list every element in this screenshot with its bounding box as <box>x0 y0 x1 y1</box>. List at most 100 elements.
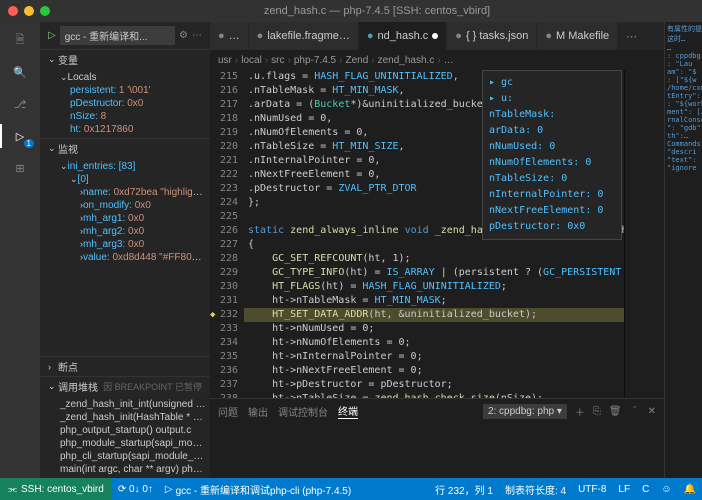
stack-frame[interactable]: php_cli_startup(sapi_module_struct *… <box>40 450 210 463</box>
stack-frame[interactable]: main(int argc, char ** argv) ph… <box>40 463 210 476</box>
status-bar: ⫘ SSH: centos_vbird ⟳ 0↓ 0↑ ▷ gcc - 重新编译… <box>0 478 702 500</box>
close-dot[interactable] <box>8 6 18 16</box>
panel-tab[interactable]: 调试控制台 <box>278 404 328 419</box>
tab-overflow-icon[interactable]: ⋯ <box>618 22 645 50</box>
hover-row: nNumOfElements: 0 <box>487 155 617 171</box>
watch-row[interactable]: ›on_modify: 0x0 <box>40 199 210 212</box>
variable-row[interactable]: pDestructor: 0x0 <box>40 97 210 110</box>
titlebar: zend_hash.c — php-7.4.5 [SSH: centos_vbi… <box>0 0 702 22</box>
scm-icon[interactable]: ⎇ <box>10 94 30 114</box>
hover-row: ▸ u: <box>487 91 617 107</box>
feedback-icon[interactable]: ☺ <box>655 482 677 497</box>
panel-action-icon[interactable]: ＋ <box>575 404 585 419</box>
editor-tab[interactable]: ●… <box>210 22 249 50</box>
bottom-panel: 问题输出调试控制台终端 2: cppdbg: php ▾ ＋ ⎘ 🗑 ＾ ✕ <box>210 398 664 478</box>
hover-row: nNextFreeElement: 0 <box>487 203 617 219</box>
debug-sidebar: ▷ gcc - 重新编译和... ⚙ ⋯ ⌄变量 ⌄Locals persist… <box>40 22 210 478</box>
stack-frame[interactable]: php_module_startup(sapi_module_struct *… <box>40 437 210 450</box>
config-dropdown[interactable]: gcc - 重新编译和... <box>60 26 175 45</box>
debug-status[interactable]: ▷ gcc - 重新编译和调试php-cli (php-7.4.5) <box>159 482 357 497</box>
locals-scope[interactable]: ⌄Locals <box>40 71 210 84</box>
watch-section: ⌄监视 ⌄ini_entries: [83] ⌄[0] ›name: 0xd72… <box>40 138 210 356</box>
panel-tabs: 问题输出调试控制台终端 2: cppdbg: php ▾ ＋ ⎘ 🗑 ＾ ✕ <box>210 399 664 423</box>
breadcrumb-item[interactable]: php-7.4.5 <box>294 55 336 66</box>
run-header: ▷ gcc - 重新编译和... ⚙ ⋯ <box>40 22 210 49</box>
editor-tab[interactable]: ●{ } tasks.json <box>447 22 537 50</box>
variable-row[interactable]: nSize: 8 <box>40 110 210 123</box>
breakpoint-marker[interactable]: ◆ <box>210 308 215 322</box>
editor-tab[interactable]: ●nd_hash.c <box>359 22 447 50</box>
max-dot[interactable] <box>40 6 50 16</box>
variable-row[interactable]: persistent: 1 '\001' <box>40 84 210 97</box>
variable-row[interactable]: ht: 0x1217860 <box>40 123 210 136</box>
hover-row: nTableMask: <box>487 107 617 123</box>
breadcrumb-item[interactable]: … <box>444 55 454 66</box>
explorer-icon[interactable]: 🗎 <box>10 30 30 50</box>
activity-bar: 🗎 🔍 ⎇ ▷1 ⊞ <box>0 22 40 478</box>
breadcrumb-item[interactable]: zend_hash.c <box>378 55 435 66</box>
bell-icon[interactable]: 🔔 <box>678 482 702 497</box>
editor-tab[interactable]: ●M Makefile <box>537 22 618 50</box>
panel-action-icon[interactable]: 🗑 <box>609 406 622 417</box>
gear-icon[interactable]: ⚙ <box>179 30 188 41</box>
lang-status[interactable]: C <box>636 482 655 497</box>
hover-row: nTableSize: 0 <box>487 171 617 187</box>
minimap[interactable] <box>624 70 664 398</box>
watch-row[interactable]: ›mh_arg1: 0x0 <box>40 212 210 225</box>
search-icon[interactable]: 🔍 <box>10 62 30 82</box>
breadcrumb-item[interactable]: usr <box>218 55 232 66</box>
debug-hover: ▸ gc▸ u: nTableMask: arData: 0 nNumUsed:… <box>482 70 622 240</box>
hover-row: arData: 0 <box>487 123 617 139</box>
hover-row: pDestructor: 0x0 <box>487 219 617 235</box>
breadcrumb-item[interactable]: local <box>241 55 262 66</box>
encoding-status[interactable]: UTF-8 <box>572 482 612 497</box>
watch-row[interactable]: ›mh_arg3: 0x0 <box>40 238 210 251</box>
breadcrumb[interactable]: usr›local›src›php-7.4.5›Zend›zend_hash.c… <box>210 50 664 70</box>
callstack-header[interactable]: ⌄调用堆栈 因 BREAKPOINT 已暂停 <box>40 377 210 396</box>
stack-frame[interactable]: _zend_hash_init_int(unsigned char per… <box>40 398 210 411</box>
panel-tab[interactable]: 问题 <box>218 404 238 419</box>
more-icon[interactable]: ⋯ <box>192 30 202 41</box>
watch-header[interactable]: ⌄监视 <box>40 139 210 158</box>
breadcrumb-item[interactable]: Zend <box>345 55 368 66</box>
breakpoints-header[interactable]: ›断点 <box>40 357 210 376</box>
callstack-section: ⌄调用堆栈 因 BREAKPOINT 已暂停 _zend_hash_init_i… <box>40 376 210 478</box>
remote-indicator[interactable]: ⫘ SSH: centos_vbird <box>0 478 112 500</box>
panel-action-icon[interactable]: ⎘ <box>593 406 601 417</box>
indent-status[interactable]: 制表符长度: 4 <box>499 482 572 497</box>
breadcrumb-item[interactable]: src <box>271 55 284 66</box>
watch-row[interactable]: ›name: 0xd72bea "highlight.comment" <box>40 186 210 199</box>
watch-item[interactable]: ⌄[0] <box>40 173 210 186</box>
variables-section: ⌄变量 ⌄Locals persistent: 1 '\001'pDestruc… <box>40 49 210 138</box>
cursor-pos[interactable]: 行 232，列 1 <box>429 482 499 497</box>
hover-row: nNumUsed: 0 <box>487 139 617 155</box>
min-dot[interactable] <box>24 6 34 16</box>
eol-status[interactable]: LF <box>612 482 636 497</box>
editor-area: ●…●lakefile.fragme…●nd_hash.c●{ } tasks.… <box>210 22 664 478</box>
editor-tab[interactable]: ●lakefile.fragme… <box>249 22 359 50</box>
panel-action-icon[interactable]: ✕ <box>648 406 656 417</box>
panel-tab[interactable]: 终端 <box>338 403 358 419</box>
terminal-select[interactable]: 2: cppdbg: php ▾ <box>483 404 567 419</box>
line-gutter: 2152162172182192202212222232242252262272… <box>210 70 244 398</box>
editor-tabs: ●…●lakefile.fragme…●nd_hash.c●{ } tasks.… <box>210 22 664 50</box>
variables-header[interactable]: ⌄变量 <box>40 50 210 69</box>
stack-frame[interactable]: php_output_startup() output.c <box>40 424 210 437</box>
breakpoints-section: ›断点 <box>40 356 210 376</box>
watch-row[interactable]: ›value: 0xd8d448 "#FF8000" <box>40 251 210 264</box>
window-title: zend_hash.c — php-7.4.5 [SSH: centos_vbi… <box>60 5 694 17</box>
panel-action-icon[interactable]: ＾ <box>630 404 640 419</box>
watch-root[interactable]: ⌄ini_entries: [83] <box>40 160 210 173</box>
panel-tab[interactable]: 输出 <box>248 404 268 419</box>
debug-icon[interactable]: ▷1 <box>10 126 30 146</box>
extensions-icon[interactable]: ⊞ <box>10 158 30 178</box>
code-editor[interactable]: ◆ 21521621721821922022122222322422522622… <box>210 70 664 398</box>
hover-row: nInternalPointer: 0 <box>487 187 617 203</box>
right-editor-fragment: 有属性的提示…这时……: cppdbg: "Lauam": "$: ["${w/… <box>664 22 702 478</box>
stack-frame[interactable]: _zend_hash_init(HashTable * ht, unsig… <box>40 411 210 424</box>
watch-row[interactable]: ›mh_arg2: 0x0 <box>40 225 210 238</box>
hover-row: ▸ gc <box>487 75 617 91</box>
start-debug-icon[interactable]: ▷ <box>48 30 56 41</box>
sync-status[interactable]: ⟳ 0↓ 0↑ <box>112 484 159 495</box>
traffic-lights <box>8 6 50 16</box>
